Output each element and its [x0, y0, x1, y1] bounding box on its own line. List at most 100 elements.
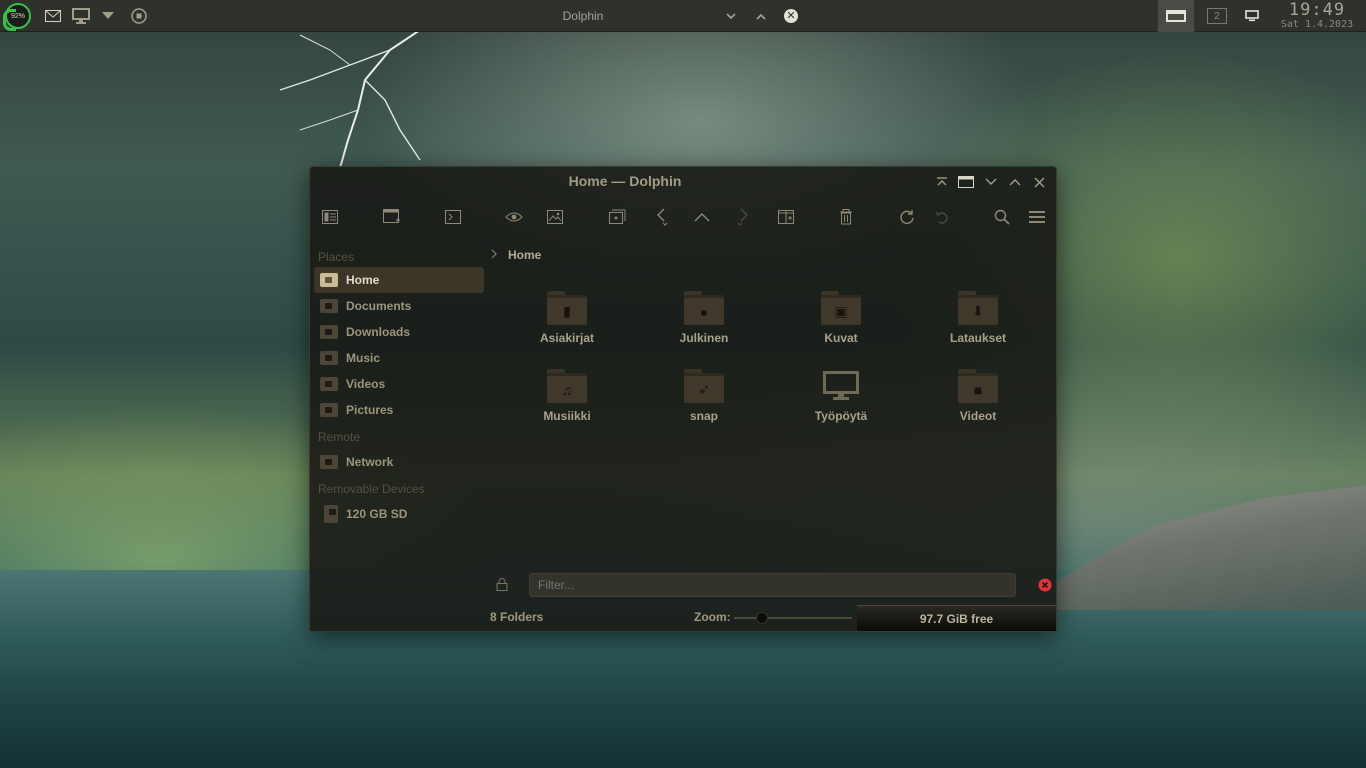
up-button[interactable]: [690, 205, 714, 229]
folder-item[interactable]: ♫ Musiikki: [500, 363, 634, 433]
place-network[interactable]: Network: [314, 449, 484, 475]
window-menu-button[interactable]: [957, 173, 975, 191]
snap-folder-icon: ➶: [684, 369, 724, 403]
home-icon: [320, 273, 338, 287]
zoom-slider[interactable]: [734, 612, 852, 624]
folder-item[interactable]: ■ Videot: [911, 363, 1045, 433]
place-downloads[interactable]: Downloads: [314, 319, 484, 345]
new-tab-button[interactable]: [606, 205, 630, 229]
place-documents[interactable]: Documents: [314, 293, 484, 319]
preview-toggle-button[interactable]: [502, 205, 526, 229]
folder-item[interactable]: Työpöytä: [774, 363, 908, 433]
place-pictures[interactable]: Pictures: [314, 397, 484, 423]
keep-above-button[interactable]: [933, 173, 951, 191]
breadcrumb-home[interactable]: Home: [508, 248, 541, 262]
clear-filter-button[interactable]: [1038, 578, 1052, 597]
network-icon: [320, 455, 338, 469]
place-sd-card[interactable]: 120 GB SD: [314, 501, 484, 527]
free-space-indicator[interactable]: 97.7 GiB free: [857, 605, 1056, 631]
place-home[interactable]: Home: [314, 267, 484, 293]
remote-section-title: Remote: [318, 430, 361, 444]
videos-folder-icon: [320, 377, 338, 391]
window-title: Home — Dolphin: [568, 173, 682, 189]
clear-icon: [1038, 578, 1052, 592]
public-folder-icon: ●: [684, 291, 724, 325]
folder-item[interactable]: ➶ snap: [637, 363, 771, 433]
sidebar-toggle-button[interactable]: [318, 205, 342, 229]
desktop-number: 2: [1207, 8, 1227, 24]
clock[interactable]: 19:49 Sat 1.4.2023: [1270, 0, 1364, 32]
place-label: Network: [346, 455, 394, 469]
place-videos[interactable]: Videos: [314, 371, 484, 397]
hamburger-menu-button[interactable]: [1025, 205, 1049, 229]
pictures-folder-icon: ▣: [821, 291, 861, 325]
wallpaper-lightning: [279, 30, 421, 169]
folder-item[interactable]: ▮ Asiakirjat: [500, 285, 634, 355]
place-music[interactable]: Music: [314, 345, 484, 371]
image-icon: [547, 210, 563, 224]
refresh-icon: [900, 210, 914, 224]
reload-button[interactable]: [895, 205, 919, 229]
breadcrumb: Home: [490, 245, 541, 265]
chevron-down-icon[interactable]: [98, 0, 118, 32]
zoom-slider-handle[interactable]: [756, 612, 768, 624]
chevron-up-icon[interactable]: [750, 0, 772, 32]
folder-label: snap: [689, 409, 718, 423]
taskbar-dolphin[interactable]: [1158, 0, 1194, 32]
chevron-down-icon: [985, 178, 997, 185]
place-label: Downloads: [346, 325, 411, 339]
back-button[interactable]: [650, 205, 674, 229]
display-icon[interactable]: [1240, 0, 1264, 32]
folder-label: Kuvat: [824, 331, 858, 345]
panel-close-button[interactable]: ✕: [780, 0, 802, 32]
places-section-title: Places: [318, 250, 355, 264]
place-label: 120 GB SD: [346, 507, 408, 521]
new-window-icon: [383, 209, 400, 223]
folder-label: Lataukset: [949, 331, 1007, 345]
maximize-button[interactable]: [1006, 173, 1024, 191]
folder-item[interactable]: ▣ Kuvat: [774, 285, 908, 355]
battery-indicator: 92%: [3, 3, 31, 31]
folder-count: 8 Folders: [490, 610, 544, 624]
filter-bar: [490, 573, 1052, 597]
terminal-icon: [445, 210, 461, 224]
search-button[interactable]: [990, 205, 1014, 229]
split-view-button[interactable]: [774, 205, 798, 229]
monitor-icon[interactable]: [68, 0, 94, 32]
close-button[interactable]: [1030, 173, 1048, 191]
place-label: Pictures: [346, 403, 394, 417]
filter-input[interactable]: [529, 573, 1016, 597]
folder-label: Julkinen: [679, 331, 729, 345]
chevron-down-icon[interactable]: [720, 0, 742, 32]
lock-icon[interactable]: [496, 578, 508, 596]
record-icon[interactable]: [126, 0, 152, 32]
hamburger-icon: [1029, 211, 1045, 223]
image-preview-button[interactable]: [543, 205, 567, 229]
clock-time: 19:49: [1288, 0, 1346, 20]
minimize-button[interactable]: [982, 173, 1000, 191]
window-titlebar[interactable]: Home — Dolphin: [310, 167, 1056, 197]
folder-label: Asiakirjat: [539, 331, 595, 345]
undo-button[interactable]: [930, 205, 954, 229]
folder-item[interactable]: ⬇ Lataukset: [911, 285, 1045, 355]
active-window-title: Dolphin: [562, 9, 604, 23]
sd-card-icon: [324, 505, 338, 523]
forward-button[interactable]: [731, 205, 755, 229]
music-folder-icon: [320, 351, 338, 365]
terminal-button[interactable]: [441, 205, 465, 229]
documents-folder-icon: ▮: [547, 291, 587, 325]
mail-icon[interactable]: [40, 0, 66, 32]
folder-label: Työpöytä: [814, 409, 868, 423]
chevron-right-icon[interactable]: [490, 248, 498, 262]
trash-icon: [840, 209, 852, 225]
split-view-icon: [778, 210, 794, 224]
delete-button[interactable]: [834, 205, 858, 229]
virtual-desktop-pager[interactable]: 2: [1204, 0, 1230, 32]
desktop-monitor-icon: [821, 369, 861, 403]
search-icon: [994, 209, 1010, 225]
videos-folder-icon: ■: [958, 369, 998, 403]
chevron-up-icon: [1009, 179, 1021, 186]
new-window-button[interactable]: [380, 205, 404, 229]
phone-battery-widget[interactable]: 92%: [2, 0, 34, 32]
folder-item[interactable]: ● Julkinen: [637, 285, 771, 355]
